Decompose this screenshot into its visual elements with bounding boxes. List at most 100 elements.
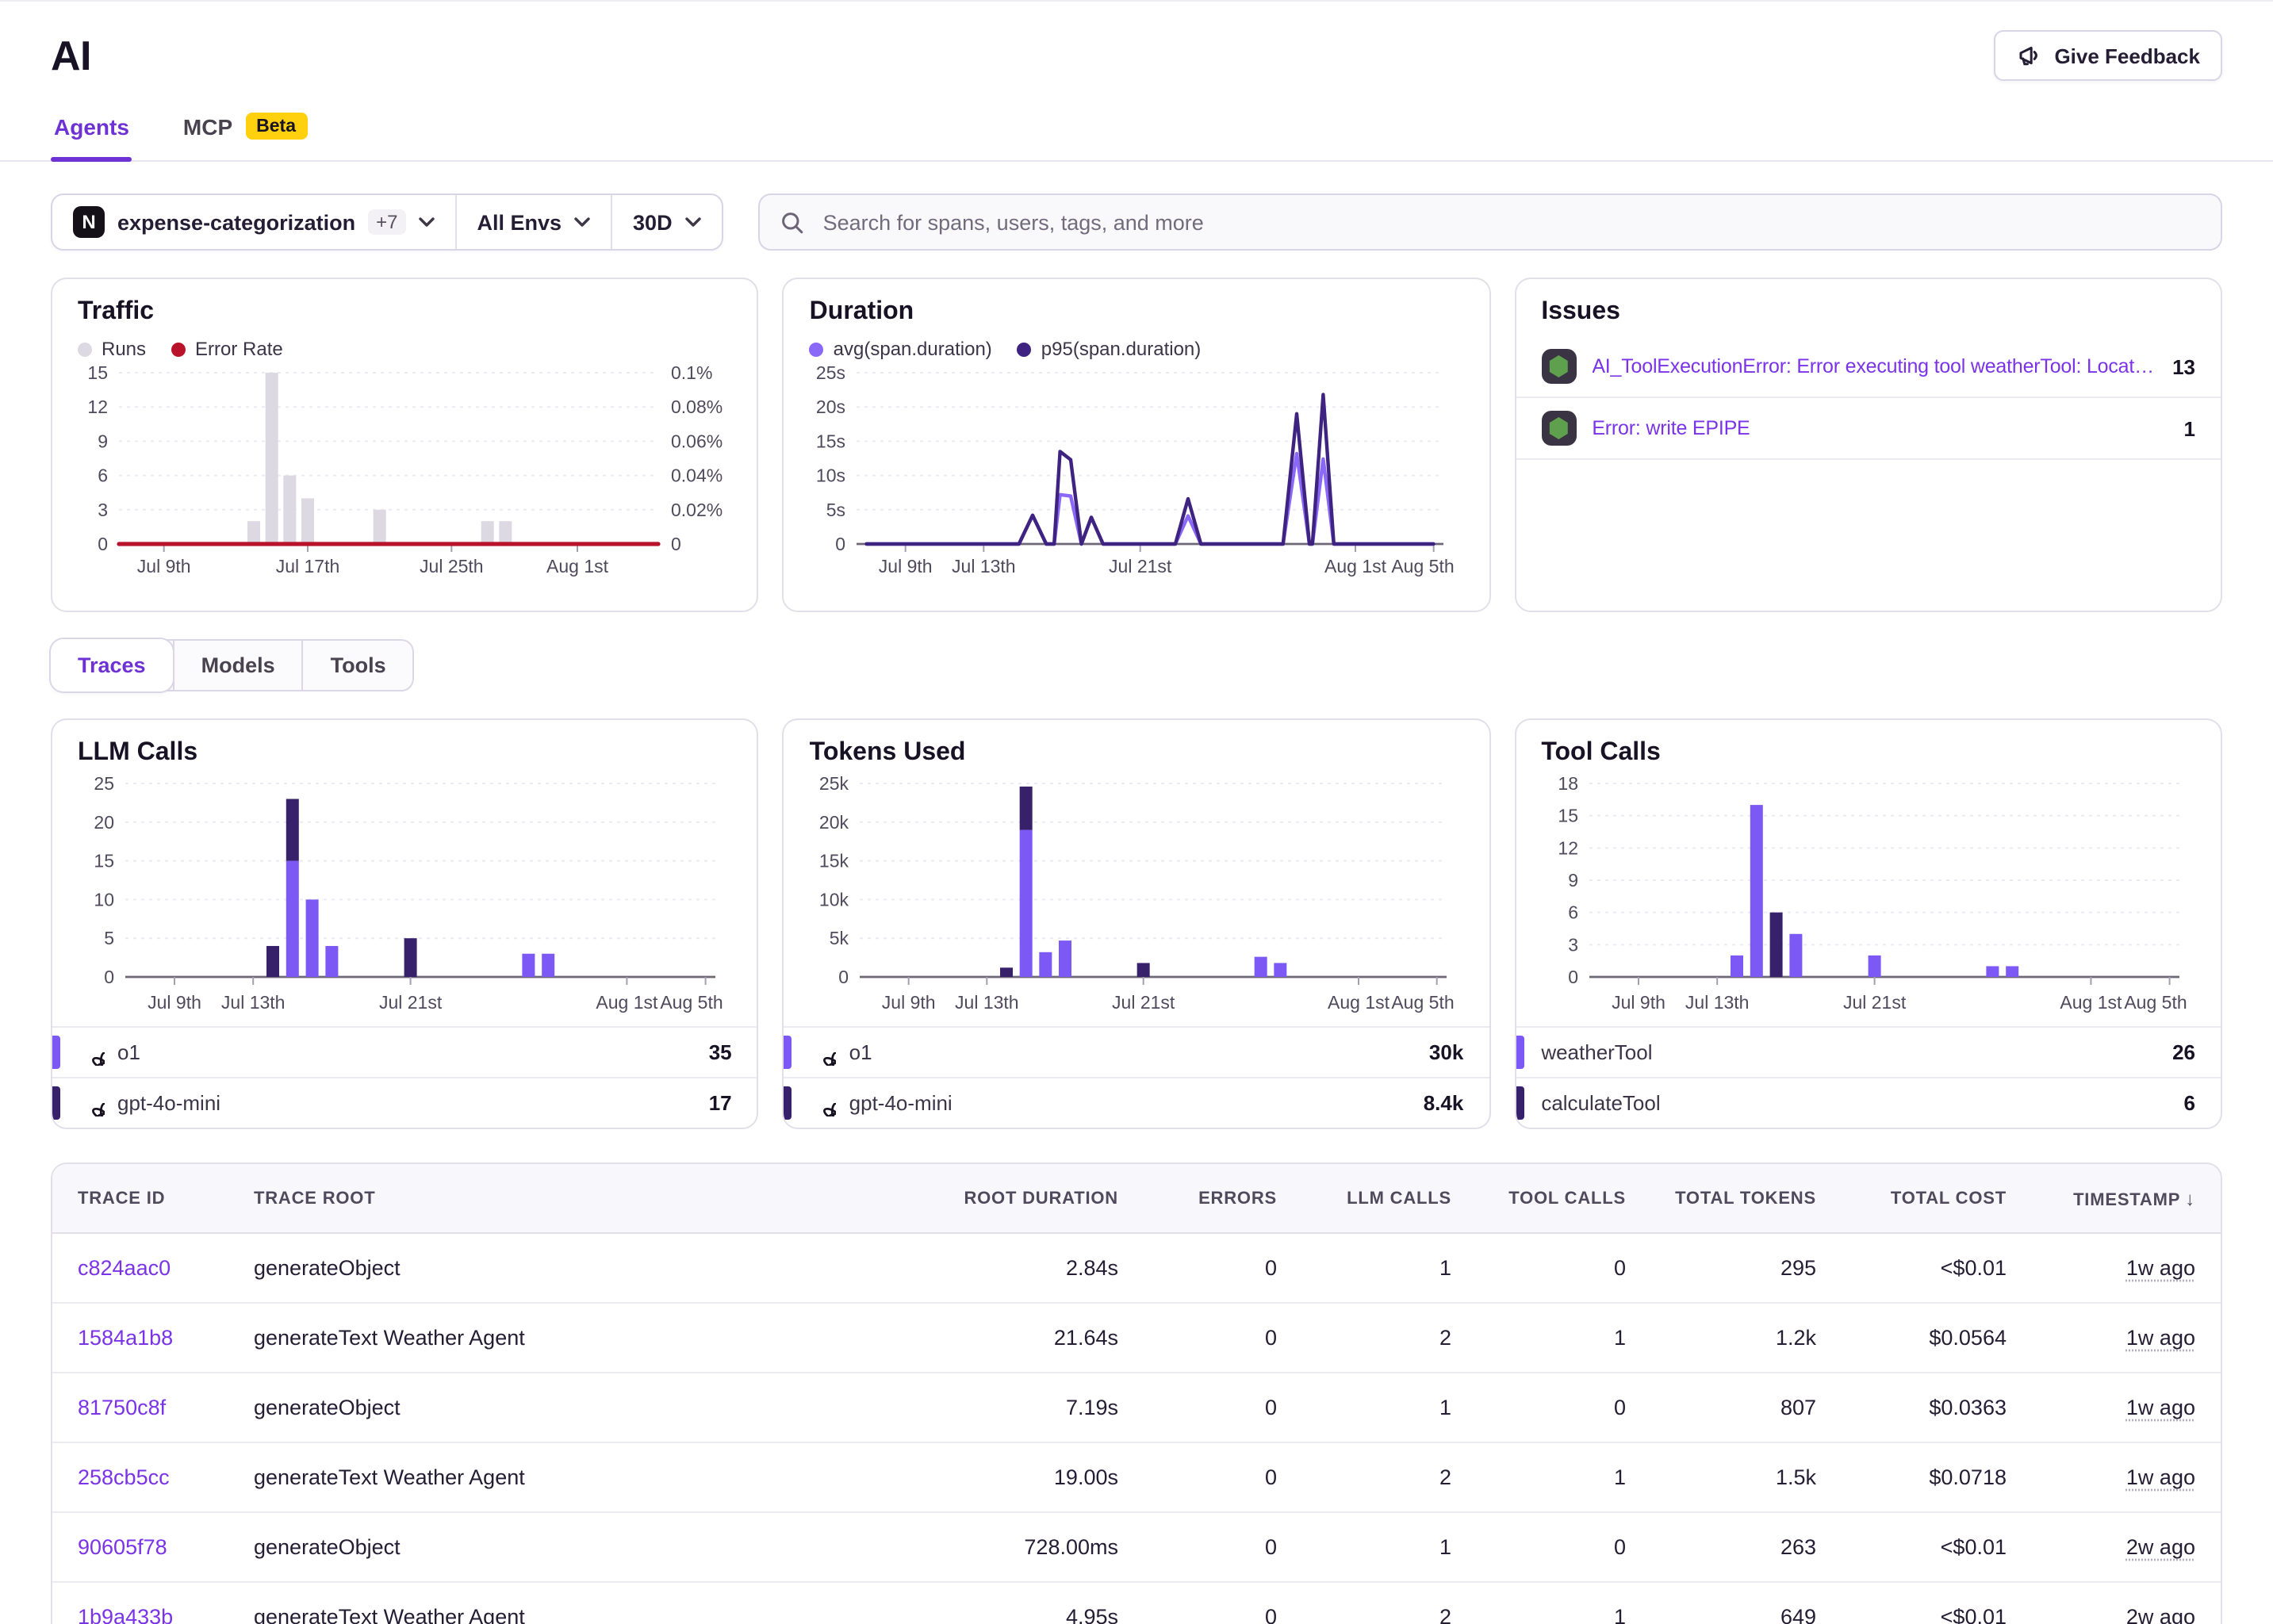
- legend-item[interactable]: Error Rate: [171, 338, 283, 360]
- series-total-row[interactable]: gpt-4o-mini8.4k: [784, 1078, 1489, 1128]
- cell-total_cost: $0.0718: [1816, 1465, 2007, 1489]
- legend-item[interactable]: p95(span.duration): [1018, 338, 1201, 360]
- column-header-tool_calls[interactable]: TOOL CALLS: [1451, 1189, 1626, 1208]
- tab-mcp[interactable]: MCP Beta: [180, 103, 310, 160]
- series-color-strip: [52, 1086, 60, 1120]
- series-label: o1: [117, 1040, 696, 1064]
- series-total-row[interactable]: weatherTool 26: [1516, 1028, 2221, 1078]
- subtab-tools[interactable]: Tools: [302, 641, 413, 690]
- issue-row: AI_ToolExecutionError: Error executing t…: [1516, 336, 2221, 398]
- cell-llm_calls: 2: [1277, 1326, 1451, 1350]
- svg-text:Aug 5th: Aug 5th: [2124, 992, 2187, 1013]
- column-header-root_duration[interactable]: ROOT DURATION: [880, 1189, 1118, 1208]
- timestamp-link[interactable]: 2w ago: [2126, 1535, 2195, 1559]
- cell-trace_id[interactable]: 1584a1b8: [78, 1326, 254, 1350]
- environment-selector[interactable]: All Envs: [454, 195, 611, 249]
- traffic-card: Traffic RunsError Rate 0369121500.02%0.0…: [51, 278, 759, 612]
- duration-chart: 05s10s15s20s25sJul 9thJul 13thJul 21stAu…: [810, 360, 1464, 590]
- svg-text:9: 9: [98, 431, 108, 451]
- series-color-strip: [1516, 1036, 1524, 1069]
- table-row[interactable]: 1584a1b8generateText Weather Agent21.64s…: [52, 1304, 2221, 1373]
- cell-trace_root: generateObject: [254, 1535, 880, 1559]
- legend-item[interactable]: avg(span.duration): [810, 338, 992, 360]
- legend-label: Runs: [102, 338, 146, 360]
- ai-agents-dashboard: AI Give Feedback Agents MCP Beta N expe: [0, 0, 2273, 1624]
- svg-text:10k: 10k: [820, 889, 850, 910]
- table-row[interactable]: 81750c8fgenerateObject7.19s010807$0.0363…: [52, 1373, 2221, 1443]
- traces-table: TRACE IDTRACE ROOTROOT DURATIONERRORSLLM…: [51, 1162, 2222, 1624]
- svg-text:3: 3: [98, 500, 108, 520]
- cell-errors: 0: [1118, 1465, 1277, 1489]
- cell-trace_id[interactable]: 81750c8f: [78, 1396, 254, 1419]
- tool-calls-card: Tool Calls 0369121518Jul 9thJul 13thJul …: [1514, 718, 2222, 1129]
- main-tabs: Agents MCP Beta: [0, 103, 2273, 162]
- search-box[interactable]: [758, 193, 2222, 251]
- svg-text:Jul 21st: Jul 21st: [1110, 556, 1173, 576]
- svg-text:12: 12: [87, 396, 108, 417]
- project-selector[interactable]: N expense-categorization +7: [52, 195, 454, 249]
- cell-llm_calls: 2: [1277, 1605, 1451, 1624]
- tab-mcp-label: MCP: [183, 113, 232, 139]
- svg-text:6: 6: [98, 465, 108, 486]
- cell-llm_calls: 1: [1277, 1535, 1451, 1559]
- column-header-llm_calls[interactable]: LLM CALLS: [1277, 1189, 1451, 1208]
- column-header-trace_root[interactable]: TRACE ROOT: [254, 1189, 880, 1208]
- search-input[interactable]: [820, 209, 2200, 236]
- series-value: 26: [2172, 1040, 2195, 1064]
- timestamp-link[interactable]: 1w ago: [2126, 1465, 2195, 1489]
- series-total-row[interactable]: gpt-4o-mini17: [52, 1078, 757, 1128]
- llm-calls-title: LLM Calls: [78, 739, 732, 768]
- cell-trace_id[interactable]: 90605f78: [78, 1535, 254, 1559]
- svg-text:9: 9: [1568, 870, 1578, 891]
- series-total-row[interactable]: calculateTool6: [1516, 1078, 2221, 1128]
- column-header-total_cost[interactable]: TOTAL COST: [1816, 1189, 2007, 1208]
- issues-list: AI_ToolExecutionError: Error executing t…: [1516, 336, 2221, 460]
- svg-text:Jul 21st: Jul 21st: [379, 992, 443, 1013]
- cell-errors: 0: [1118, 1326, 1277, 1350]
- traces-table-header: TRACE IDTRACE ROOTROOT DURATIONERRORSLLM…: [52, 1164, 2221, 1234]
- subtab-models[interactable]: Models: [173, 641, 302, 690]
- openai-icon: [810, 1090, 837, 1116]
- give-feedback-button[interactable]: Give Feedback: [1994, 30, 2222, 81]
- cell-trace_id[interactable]: 1b9a433b: [78, 1605, 254, 1624]
- series-total-row[interactable]: o130k: [784, 1028, 1489, 1078]
- issue-link[interactable]: AI_ToolExecutionError: Error executing t…: [1592, 355, 2156, 377]
- column-header-total_tokens[interactable]: TOTAL TOKENS: [1626, 1189, 1816, 1208]
- subtab-traces[interactable]: Traces: [51, 639, 173, 691]
- cell-tool_calls: 0: [1451, 1396, 1626, 1419]
- legend-item[interactable]: Runs: [78, 338, 146, 360]
- column-header-errors[interactable]: ERRORS: [1118, 1189, 1277, 1208]
- timestamp-link[interactable]: 1w ago: [2126, 1396, 2195, 1419]
- cell-trace_id[interactable]: c824aac0: [78, 1256, 254, 1280]
- cell-total_cost: <$0.01: [1816, 1605, 2007, 1624]
- series-total-row[interactable]: o135: [52, 1028, 757, 1078]
- column-header-trace_id[interactable]: TRACE ID: [78, 1189, 254, 1208]
- legend-label: p95(span.duration): [1041, 338, 1201, 360]
- cell-timestamp: 1w ago: [2007, 1256, 2195, 1280]
- svg-text:Jul 9th: Jul 9th: [879, 556, 933, 576]
- svg-text:0.02%: 0.02%: [671, 500, 723, 520]
- issue-count: 1: [2184, 416, 2195, 440]
- table-row[interactable]: 90605f78generateObject728.00ms010263<$0.…: [52, 1513, 2221, 1583]
- legend-label: avg(span.duration): [834, 338, 992, 360]
- svg-text:0: 0: [104, 967, 114, 987]
- timestamp-link[interactable]: 2w ago: [2126, 1605, 2195, 1624]
- timestamp-link[interactable]: 1w ago: [2126, 1256, 2195, 1280]
- cell-timestamp: 1w ago: [2007, 1326, 2195, 1350]
- table-row[interactable]: 1b9a433bgenerateText Weather Agent4.95s0…: [52, 1583, 2221, 1624]
- svg-text:0: 0: [1568, 967, 1578, 987]
- svg-text:12: 12: [1558, 837, 1578, 858]
- tab-agents[interactable]: Agents: [51, 103, 132, 160]
- tokens-used-card: Tokens Used 05k10k15k20k25kJul 9thJul 13…: [783, 718, 1491, 1129]
- cell-trace_id[interactable]: 258cb5cc: [78, 1465, 254, 1489]
- issue-link[interactable]: Error: write EPIPE: [1592, 417, 2168, 439]
- issue-row: Error: write EPIPE 1: [1516, 398, 2221, 460]
- column-header-timestamp[interactable]: TIMESTAMP↓: [2007, 1187, 2195, 1209]
- series-label: weatherTool: [1541, 1040, 2160, 1064]
- timestamp-link[interactable]: 1w ago: [2126, 1326, 2195, 1350]
- table-row[interactable]: c824aac0generateObject2.84s010295<$0.011…: [52, 1234, 2221, 1304]
- project-name: expense-categorization: [117, 210, 355, 234]
- svg-text:0.06%: 0.06%: [671, 431, 723, 451]
- table-row[interactable]: 258cb5ccgenerateText Weather Agent19.00s…: [52, 1443, 2221, 1513]
- date-range-selector[interactable]: 30D: [611, 195, 722, 249]
